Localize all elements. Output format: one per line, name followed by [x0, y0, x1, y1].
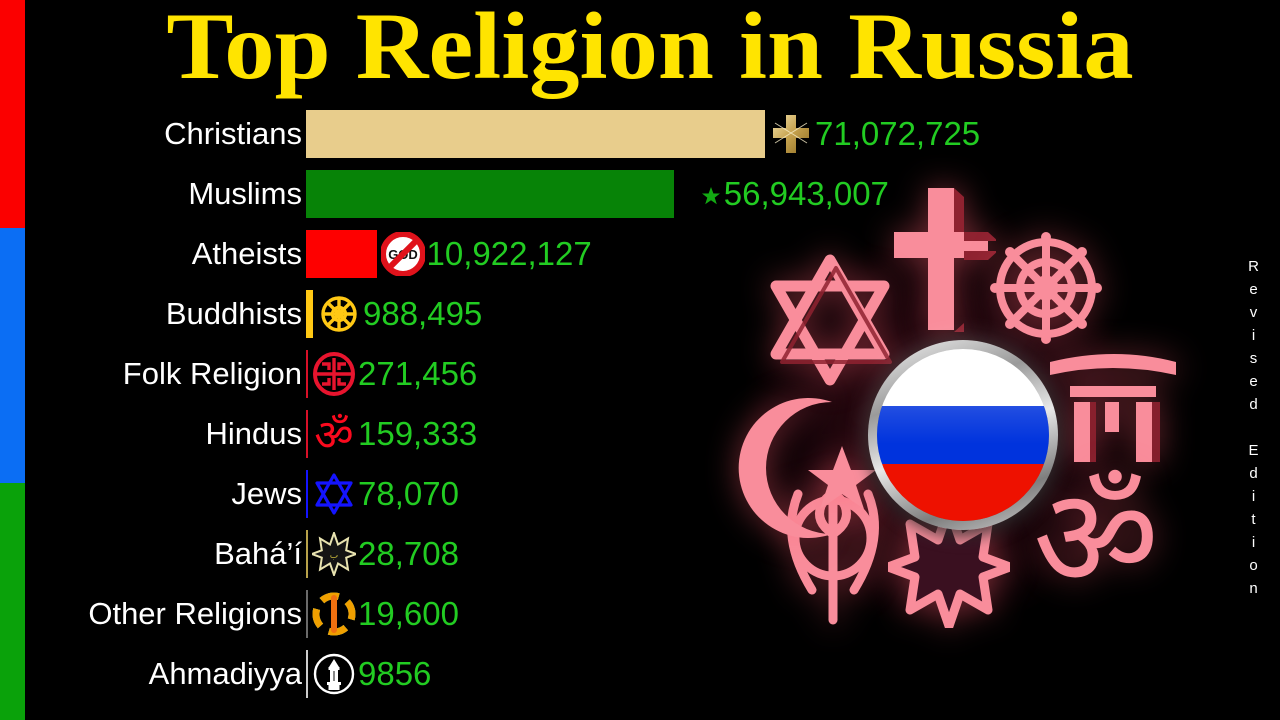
religion-symbols-wheel: ॐ — [700, 188, 1180, 670]
bar-label: Ahmadiyya — [148, 656, 302, 691]
bar-fill — [306, 290, 313, 338]
bar-value: 28,708 — [358, 535, 459, 572]
bar-value: 9856 — [358, 655, 432, 692]
ahmadiyya-minaret-icon — [312, 652, 356, 696]
bar-fill — [306, 470, 308, 518]
svg-text:ॐ: ॐ — [314, 412, 353, 456]
bar-fill — [306, 590, 308, 638]
bar-track — [306, 470, 308, 518]
flag-band-white — [877, 349, 1049, 407]
torii-gate-icon — [1048, 346, 1178, 466]
bar-value: 78,070 — [358, 475, 459, 512]
bar-track — [306, 290, 313, 338]
christian-cross-icon — [769, 112, 813, 156]
svg-text:ॐ: ॐ — [1033, 468, 1159, 608]
page-title: Top Religion in Russia — [166, 0, 1134, 99]
bar-track — [306, 410, 308, 458]
bar-track — [306, 110, 765, 158]
bahai-nine-pointed-star-icon: ب — [309, 529, 359, 579]
dharma-wheel-icon — [986, 228, 1106, 348]
chart-row: Christians 71,072,725 — [0, 104, 1280, 164]
bar-label: Hindus — [205, 416, 303, 451]
bar-label: Buddhists — [165, 296, 302, 331]
dharma-wheel-icon — [317, 292, 361, 336]
om-icon: ॐ — [1030, 458, 1170, 619]
bar-value: 71,072,725 — [815, 115, 981, 152]
bar-label: Bahá’í — [214, 536, 302, 571]
bar-fill — [306, 170, 674, 218]
folk-religion-icon — [312, 352, 356, 396]
bar-track — [306, 350, 308, 398]
bar-track — [306, 650, 308, 698]
bar-fill — [306, 410, 308, 458]
bar-label: Other Religions — [88, 596, 302, 631]
flag-band-red — [877, 463, 1049, 521]
other-religions-icon — [312, 592, 356, 636]
bar-value: 159,333 — [358, 415, 478, 452]
christian-cross-icon — [886, 184, 998, 334]
flag-band-blue — [877, 406, 1049, 464]
bar-fill — [306, 650, 308, 698]
bar-fill — [306, 110, 765, 158]
bar-value: 10,922,127 — [426, 235, 592, 272]
bar-label: Folk Religion — [122, 356, 302, 391]
star-of-david-icon — [312, 472, 356, 516]
bar-value: 988,495 — [363, 295, 483, 332]
bar-label: Christians — [164, 116, 302, 151]
bar-fill — [306, 530, 308, 578]
bar-track — [306, 170, 674, 218]
no-god-icon: GOD — [379, 231, 426, 277]
islam-crescent-star-icon — [724, 388, 884, 548]
svg-text:ب: ب — [330, 551, 338, 561]
bar-value: 271,456 — [358, 355, 478, 392]
revised-edition-note: Revised Edition — [1245, 258, 1262, 603]
bar-label: Muslims — [188, 176, 302, 211]
russia-flag-badge — [868, 340, 1058, 530]
bar-track — [306, 530, 308, 578]
bar-value: 19,600 — [358, 595, 459, 632]
bar-label: Jews — [231, 476, 302, 511]
bar-fill — [306, 230, 377, 278]
om-icon: ॐ — [312, 411, 356, 461]
chart-canvas: Top Religion in Russia Christians 71,072… — [0, 0, 1280, 720]
bar-track — [306, 230, 377, 278]
bar-track — [306, 590, 308, 638]
bar-fill — [306, 350, 308, 398]
bar-label: Atheists — [191, 236, 302, 271]
russia-flag — [877, 349, 1049, 521]
